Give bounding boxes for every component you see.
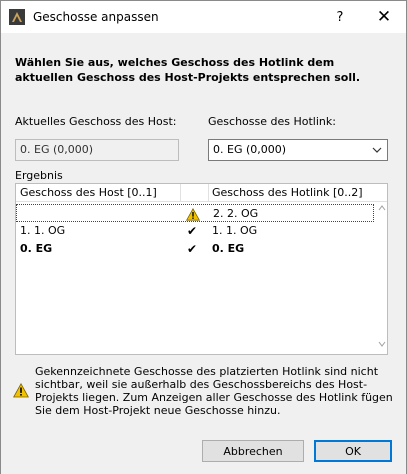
instruction-text: Wählen Sie aus, welches Geschoss des Hot… xyxy=(15,56,361,84)
column-header-host[interactable]: Geschoss des Host [0..1] xyxy=(20,186,157,200)
help-button[interactable]: ? xyxy=(323,1,357,33)
warning-message: Gekennzeichnete Geschosse des platzierte… xyxy=(11,365,401,417)
check-icon: ✔ xyxy=(186,242,198,256)
column-header-hotlink[interactable]: Geschoss des Hotlink [0..2] xyxy=(212,186,363,200)
host-story-label: Aktuelles Geschoss des Host: xyxy=(15,115,177,128)
warning-triangle-icon xyxy=(13,382,29,399)
list-header: Geschoss des Host [0..1] Geschoss des Ho… xyxy=(16,184,387,202)
column-divider xyxy=(180,184,181,202)
hotlink-story-cell: 1. 1. OG xyxy=(212,224,258,237)
ok-button[interactable]: OK xyxy=(314,440,392,462)
hotlink-story-dropdown[interactable]: 0. EG (0,000) xyxy=(208,139,388,161)
list-row[interactable]: 2. 2. OG xyxy=(16,204,374,222)
warning-text: Gekennzeichnete Geschosse des platzierte… xyxy=(35,365,393,417)
hotlink-story-cell: 2. 2. OG xyxy=(213,207,259,220)
list-row[interactable]: 0. EG ✔ 0. EG xyxy=(16,240,374,258)
column-divider xyxy=(208,184,209,202)
result-list[interactable]: Geschoss des Host [0..1] Geschoss des Ho… xyxy=(15,183,388,355)
chevron-down-icon xyxy=(372,143,382,162)
scroll-up-arrow[interactable] xyxy=(377,204,387,213)
ok-button-label: OK xyxy=(345,444,361,458)
host-story-cell: 0. EG xyxy=(20,242,53,255)
host-story-field: 0. EG (0,000) xyxy=(15,139,179,161)
help-label: ? xyxy=(336,9,344,25)
host-story-value: 0. EG (0,000) xyxy=(20,143,94,156)
result-label: Ergebnis xyxy=(15,169,63,182)
dialog-window: Geschosse anpassen ? ✕ Wählen Sie aus, w… xyxy=(0,0,407,474)
host-story-cell: 1. 1. OG xyxy=(20,224,66,237)
app-icon xyxy=(9,9,25,25)
cancel-button[interactable]: Abbrechen xyxy=(202,440,304,462)
hotlink-story-value: 0. EG (0,000) xyxy=(213,143,287,156)
hotlink-story-cell: 0. EG xyxy=(212,242,245,255)
scroll-down-arrow[interactable] xyxy=(377,340,387,349)
close-button[interactable]: ✕ xyxy=(363,1,405,33)
title-bar[interactable]: Geschosse anpassen ? ✕ xyxy=(1,1,406,33)
close-icon: ✕ xyxy=(376,7,392,27)
list-row[interactable]: 1. 1. OG ✔ 1. 1. OG xyxy=(16,222,374,240)
warning-triangle-icon xyxy=(185,205,201,223)
dialog-title: Geschosse anpassen xyxy=(33,10,159,24)
check-icon: ✔ xyxy=(186,224,198,238)
cancel-button-label: Abbrechen xyxy=(223,444,283,458)
hotlink-story-label: Geschosse des Hotlink: xyxy=(208,115,336,128)
